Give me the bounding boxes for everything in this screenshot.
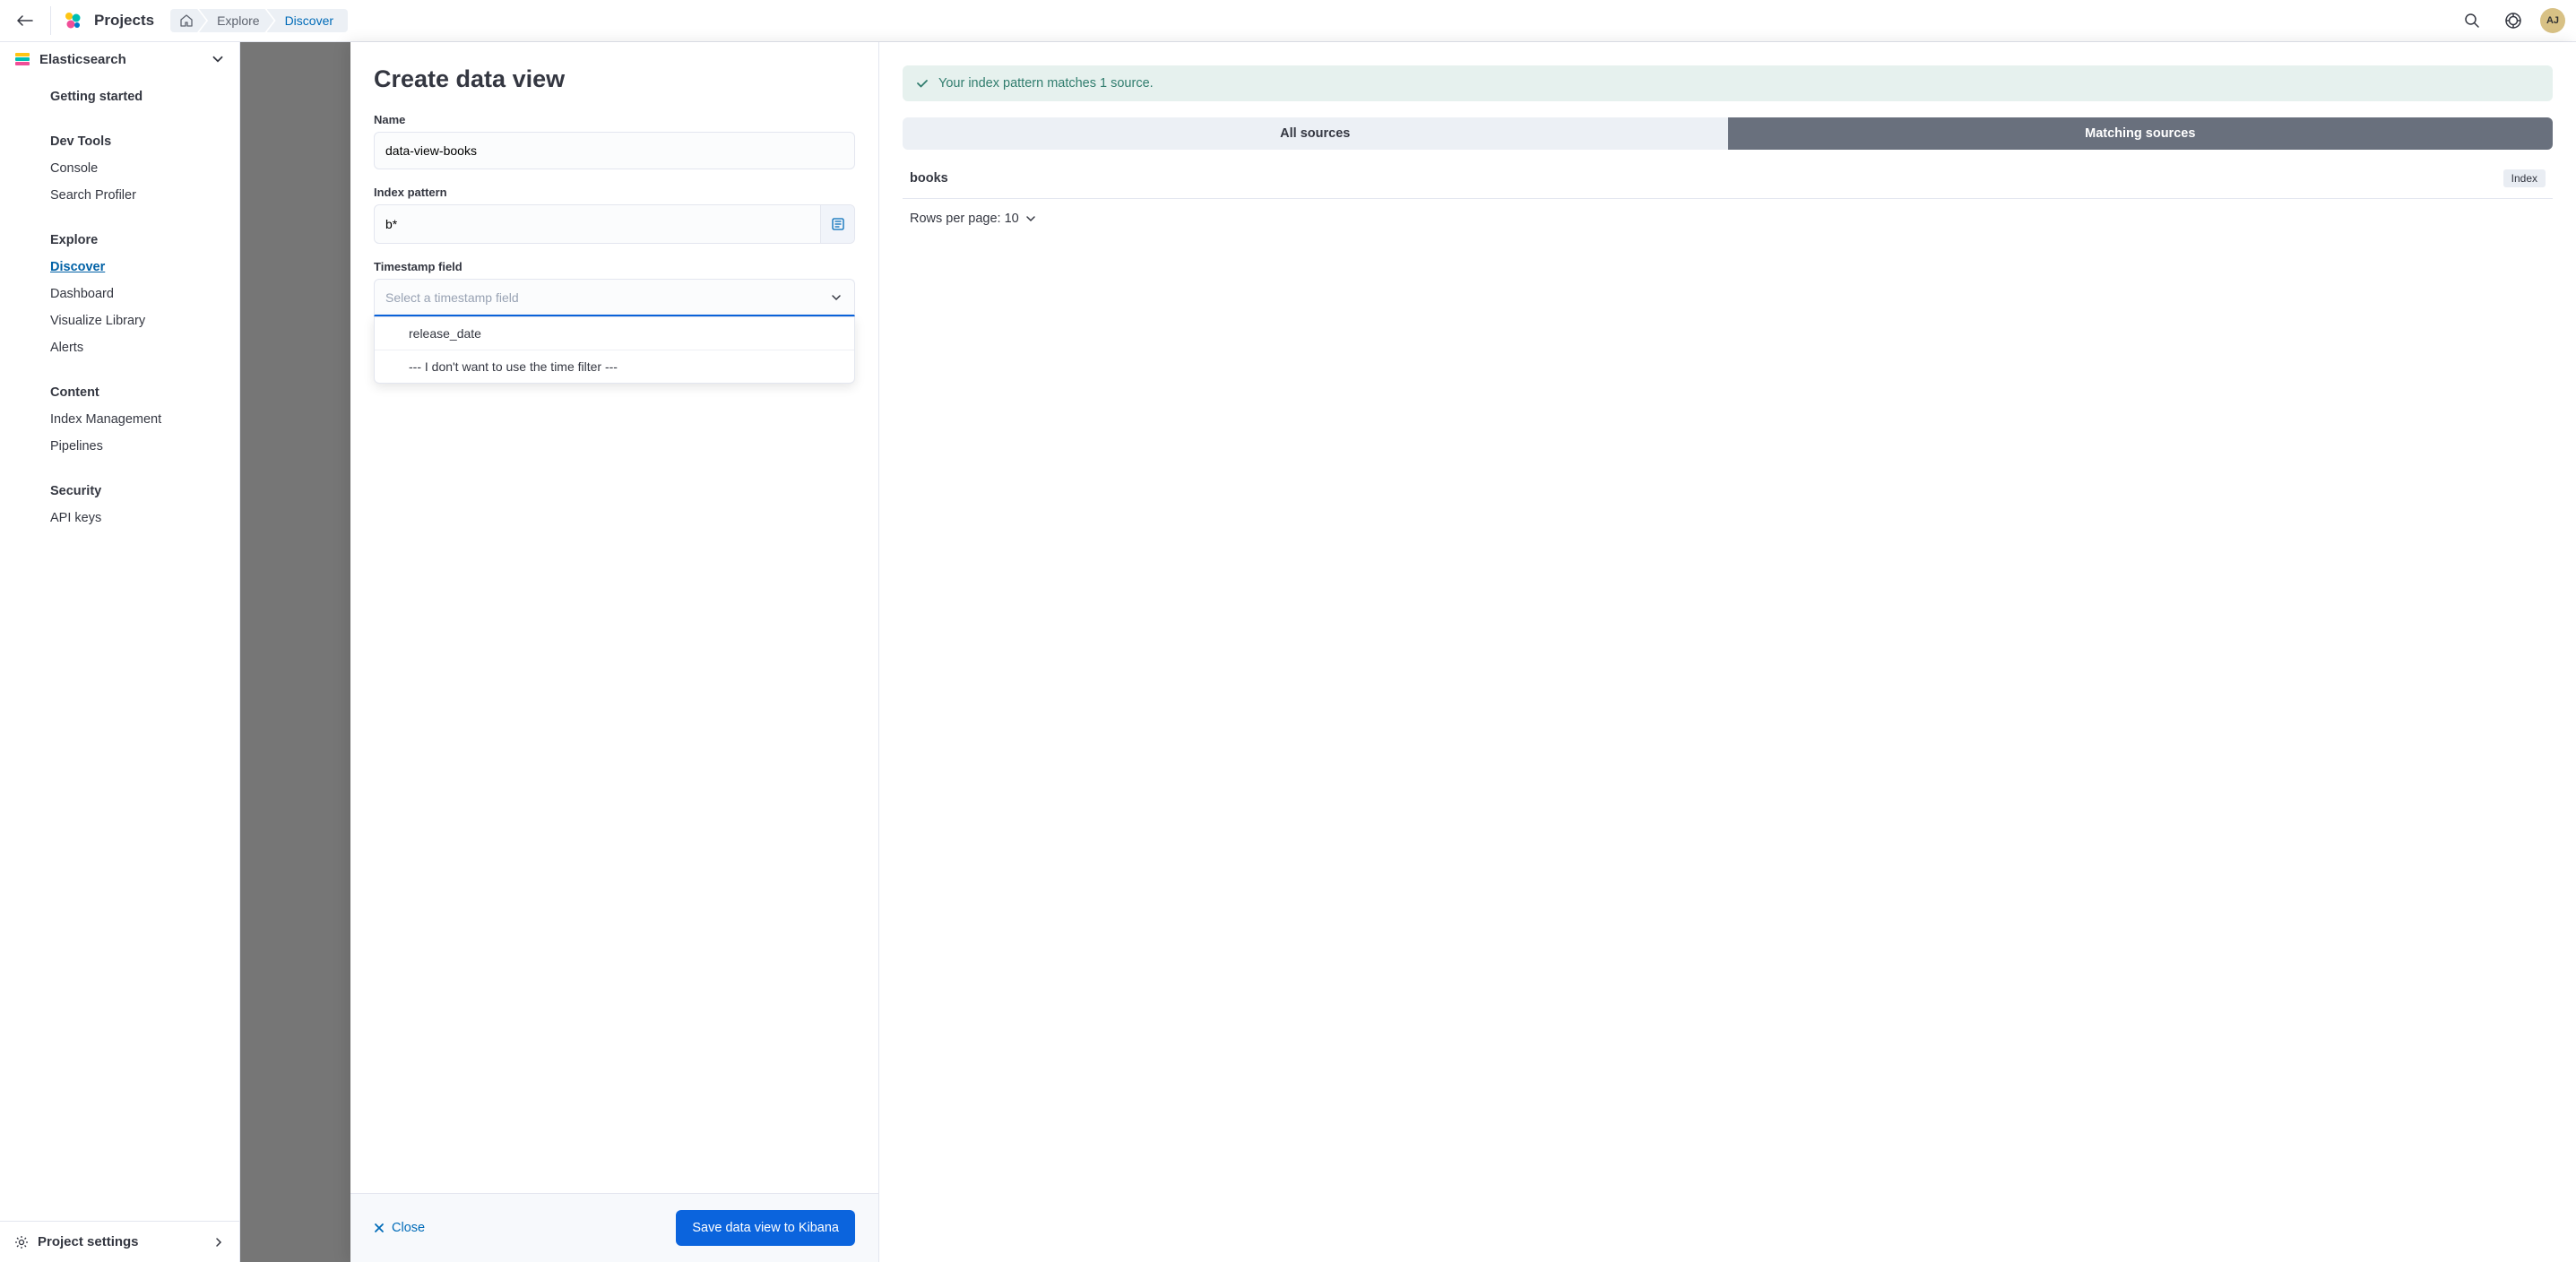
search-button[interactable]: [2458, 6, 2486, 35]
elastic-logo[interactable]: [62, 10, 83, 31]
sidebar-item-console[interactable]: Console: [0, 155, 239, 182]
index-pattern-input[interactable]: [375, 205, 820, 243]
chevron-right-icon: [212, 1236, 225, 1249]
callout-text: Your index pattern matches 1 source.: [938, 76, 1154, 91]
source-tabs: All sources Matching sources: [903, 117, 2553, 150]
sidebar-section-explore[interactable]: Explore: [0, 227, 239, 254]
close-label: Close: [392, 1221, 425, 1235]
create-data-view-flyout: Create data view Name Index pattern: [350, 42, 2576, 1262]
projects-label[interactable]: Projects: [94, 12, 154, 30]
name-label: Name: [374, 113, 855, 126]
chevron-down-icon: [211, 52, 225, 66]
source-type-badge: Index: [2503, 169, 2546, 187]
collapse-sidebar-button[interactable]: [11, 6, 39, 35]
chevron-down-icon: [1024, 212, 1037, 225]
sidebar-item-search-profiler[interactable]: Search Profiler: [0, 182, 239, 209]
breadcrumb-home[interactable]: [170, 9, 206, 32]
timestamp-select[interactable]: Select a timestamp field: [374, 279, 855, 316]
sidebar-item-getting-started[interactable]: Getting started: [0, 83, 239, 110]
breadcrumb-explore[interactable]: Explore: [199, 9, 273, 32]
sidebar-item-api-keys[interactable]: API keys: [0, 505, 239, 532]
sidebar-header[interactable]: Elasticsearch: [0, 42, 239, 76]
name-input[interactable]: [374, 132, 855, 169]
index-pattern-addon-button[interactable]: [820, 205, 854, 243]
sidebar: Elasticsearch Getting started Dev Tools …: [0, 42, 240, 1262]
match-callout: Your index pattern matches 1 source.: [903, 65, 2553, 101]
rows-per-page-button[interactable]: Rows per page: 10: [903, 199, 2553, 238]
sidebar-item-pipelines[interactable]: Pipelines: [0, 433, 239, 460]
elasticsearch-icon: [14, 51, 30, 67]
breadcrumb-discover[interactable]: Discover: [267, 9, 348, 32]
project-settings-button[interactable]: Project settings: [0, 1221, 239, 1262]
user-avatar[interactable]: AJ: [2540, 8, 2565, 33]
sidebar-item-dashboard[interactable]: Dashboard: [0, 281, 239, 307]
check-icon: [915, 76, 929, 91]
help-button[interactable]: [2499, 6, 2528, 35]
dropdown-option-release-date[interactable]: release_date: [375, 317, 854, 350]
index-pattern-label: Index pattern: [374, 186, 855, 199]
close-button[interactable]: Close: [374, 1221, 425, 1235]
sidebar-item-visualize-library[interactable]: Visualize Library: [0, 307, 239, 334]
timestamp-dropdown: release_date --- I don't want to use the…: [374, 316, 855, 384]
flyout-title: Create data view: [374, 65, 855, 93]
tab-all-sources[interactable]: All sources: [903, 117, 1728, 150]
sidebar-title: Elasticsearch: [39, 52, 202, 67]
dropdown-option-no-time-filter[interactable]: --- I don't want to use the time filter …: [375, 350, 854, 383]
source-name: books: [910, 171, 2503, 186]
project-settings-label: Project settings: [38, 1234, 203, 1249]
gear-icon: [14, 1235, 29, 1249]
sidebar-item-index-management[interactable]: Index Management: [0, 406, 239, 433]
indices-icon: [831, 217, 845, 231]
help-icon: [2504, 12, 2522, 30]
breadcrumbs: Explore Discover: [170, 9, 348, 32]
timestamp-label: Timestamp field: [374, 260, 855, 273]
sidebar-section-security[interactable]: Security: [0, 478, 239, 505]
sidebar-item-discover[interactable]: Discover: [0, 254, 239, 281]
sidebar-section-content[interactable]: Content: [0, 379, 239, 406]
sidebar-item-alerts[interactable]: Alerts: [0, 334, 239, 361]
rows-per-page-label: Rows per page: 10: [910, 212, 1019, 226]
save-button[interactable]: Save data view to Kibana: [676, 1210, 855, 1246]
close-icon: [374, 1223, 385, 1233]
home-icon: [179, 13, 194, 28]
source-row: books Index: [903, 159, 2553, 199]
tab-matching-sources[interactable]: Matching sources: [1728, 117, 2554, 150]
sidebar-section-dev-tools[interactable]: Dev Tools: [0, 128, 239, 155]
search-icon: [2464, 13, 2480, 29]
collapse-icon: [17, 14, 33, 27]
